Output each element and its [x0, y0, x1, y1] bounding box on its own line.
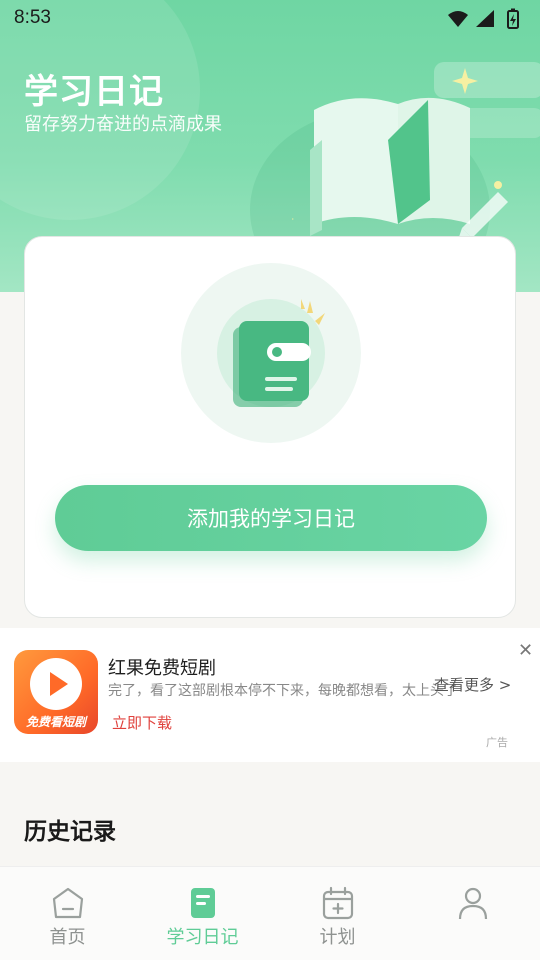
nav-item-home[interactable]: 首页	[0, 867, 135, 960]
nav-item-plan[interactable]: 计划	[270, 867, 405, 960]
status-icons	[448, 8, 519, 29]
profile-icon	[458, 887, 488, 920]
ad-banner[interactable]: 免费看短剧 红果免费短剧 完了，看了这部剧根本停不下来，每晚都想看，太上头了 查…	[0, 628, 540, 762]
ad-download-button[interactable]: 立即下载	[112, 712, 172, 733]
book-illustration	[292, 62, 540, 246]
diary-illustration	[181, 263, 361, 443]
calendar-icon	[322, 886, 354, 920]
close-icon[interactable]: ✕	[518, 640, 533, 661]
page-title: 学习日记	[24, 72, 164, 112]
ad-logo-text: 免费看短剧	[25, 715, 86, 729]
ad-more-link[interactable]: 查看更多 >	[434, 674, 511, 695]
add-diary-button[interactable]: 添加我的学习日记	[55, 485, 487, 551]
nav-item-profile[interactable]	[405, 867, 540, 960]
ad-app-logo[interactable]: 免费看短剧	[14, 650, 98, 734]
ad-title[interactable]: 红果免费短剧	[108, 654, 216, 680]
nav-label-diary: 学习日记	[166, 927, 239, 948]
diary-icon	[191, 888, 215, 918]
play-triangle-icon	[50, 672, 68, 696]
bottom-nav: 首页 学习日记 计划	[0, 866, 540, 960]
history-section-title: 历史记录	[24, 819, 116, 845]
battery-icon	[507, 8, 519, 29]
nav-label-home: 首页	[49, 927, 86, 948]
wifi-icon	[448, 11, 468, 27]
ad-description: 完了，看了这部剧根本停不下来，每晚都想看，太上头了	[108, 683, 458, 699]
nav-label-plan: 计划	[319, 927, 356, 948]
page-subtitle: 留存努力奋进的点滴成果	[24, 114, 222, 135]
status-time: 8:53	[14, 7, 51, 28]
ad-tag: 广告	[486, 736, 508, 749]
nav-item-diary[interactable]: 学习日记	[135, 867, 270, 960]
status-bar: 8:53	[0, 0, 540, 38]
signal-icon	[476, 10, 494, 27]
home-icon	[52, 887, 84, 919]
add-diary-card: 添加我的学习日记	[24, 236, 516, 618]
